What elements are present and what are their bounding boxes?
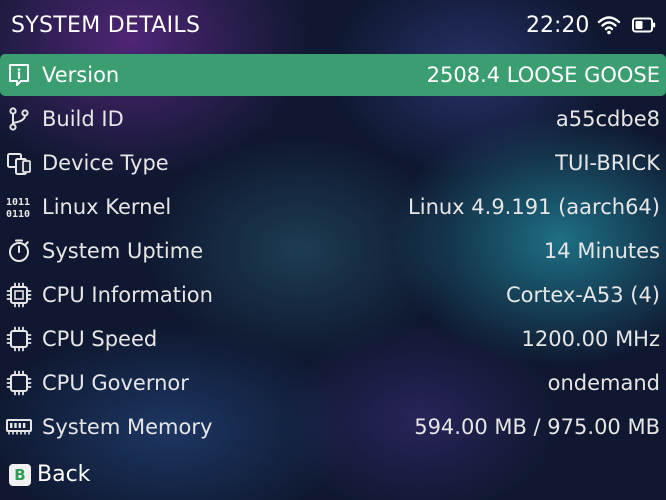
row-value: 1200.00 MHz [521,327,660,351]
cpu-icon [6,326,32,352]
info-icon [6,62,32,88]
battery-icon [632,17,656,33]
row-label: Device Type [42,151,169,175]
row-value: Cortex-A53 (4) [506,283,660,307]
row-linux-kernel[interactable]: 1011 0110 Linux Kernel Linux 4.9.191 (aa… [0,186,666,228]
b-button-icon: B [9,464,31,486]
row-build-id[interactable]: Build ID a55cdbe8 [0,98,666,140]
row-label: Linux Kernel [42,195,172,219]
git-branch-icon [6,106,32,132]
row-cpu-information[interactable]: CPU Information Cortex-A53 (4) [0,274,666,316]
cpu-icon [6,282,32,308]
header-bar: SYSTEM DETAILS 22:20 [0,0,666,52]
row-value: 14 Minutes [543,239,660,263]
row-value: Linux 4.9.191 (aarch64) [408,195,660,219]
row-cpu-governor[interactable]: CPU Governor ondemand [0,362,666,404]
row-label: CPU Speed [42,327,158,351]
row-label: Build ID [42,107,124,131]
row-label: CPU Information [42,283,213,307]
row-value: 2508.4 LOOSE GOOSE [426,63,660,87]
svg-text:1011: 1011 [6,197,30,208]
row-value: a55cdbe8 [555,107,660,131]
row-label: CPU Governor [42,371,189,395]
back-label: Back [37,462,91,487]
binary-icon: 1011 0110 [6,194,32,220]
page-title: SYSTEM DETAILS [11,13,201,38]
row-device-type[interactable]: Device Type TUI-BRICK [0,142,666,184]
devices-icon [6,150,32,176]
row-value: 594.00 MB / 975.00 MB [414,415,660,439]
svg-text:0110: 0110 [6,209,30,220]
row-label: System Uptime [42,239,204,263]
stopwatch-icon [6,238,32,264]
wifi-icon [597,14,621,36]
memory-icon [6,414,32,440]
clock: 22:20 [526,13,590,38]
row-label: Version [42,63,120,87]
row-value: ondemand [547,371,660,395]
row-cpu-speed[interactable]: CPU Speed 1200.00 MHz [0,318,666,360]
row-label: System Memory [42,415,213,439]
cpu-icon [6,370,32,396]
row-version[interactable]: Version 2508.4 LOOSE GOOSE [0,54,666,96]
row-value: TUI-BRICK [555,151,660,175]
row-system-memory[interactable]: System Memory 594.00 MB / 975.00 MB [0,406,666,448]
row-system-uptime[interactable]: System Uptime 14 Minutes [0,230,666,272]
